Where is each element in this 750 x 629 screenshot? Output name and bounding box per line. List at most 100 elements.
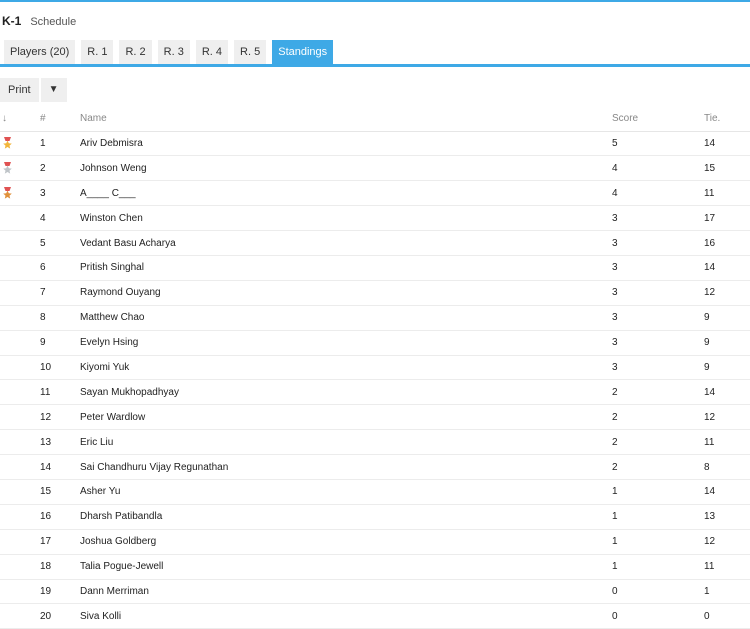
table-row[interactable]: 5 Vedant Basu Acharya 3 16 (0, 230, 750, 256)
tab-players[interactable]: Players (20) (4, 40, 76, 64)
player-name-cell: Matthew Chao (80, 305, 612, 331)
score-cell: 3 (612, 330, 704, 356)
tiebreak-cell: 16 (704, 230, 750, 256)
medal-cell (0, 205, 40, 232)
medal-cell (0, 155, 40, 182)
rank-cell: 16 (40, 504, 80, 530)
rank-cell: 18 (40, 554, 80, 580)
score-cell: 2 (612, 454, 704, 480)
score-cell: 2 (612, 404, 704, 431)
medal-cell (0, 429, 40, 456)
score-cell: 3 (612, 255, 704, 281)
rank-cell: 1 (40, 131, 80, 157)
table-row[interactable]: 8 Matthew Chao 3 9 (0, 305, 750, 331)
tiebreak-cell: 11 (704, 180, 750, 207)
table-row[interactable]: 17 Joshua Goldberg 1 12 (0, 529, 750, 555)
player-name-cell: Pritish Singhal (80, 255, 612, 281)
medal-cell (0, 255, 40, 281)
table-row[interactable]: 4 Winston Chen 3 17 (0, 205, 750, 232)
tiebreak-cell: 12 (704, 404, 750, 431)
tiebreak-cell: 9 (704, 330, 750, 356)
schedule-link[interactable]: Schedule (30, 16, 76, 28)
score-cell: 0 (612, 579, 704, 605)
table-row[interactable]: 20 Siva Kolli 0 0 (0, 603, 750, 629)
column-header-name[interactable]: Name (80, 107, 612, 132)
player-name-cell: Dann Merriman (80, 579, 612, 605)
gold-medal-icon (3, 137, 12, 150)
table-row[interactable]: 6 Pritish Singhal 3 14 (0, 255, 750, 281)
table-row[interactable]: 7 Raymond Ouyang 3 12 (0, 280, 750, 306)
table-row[interactable]: 16 Dharsh Patibandla 1 13 (0, 504, 750, 530)
table-row[interactable]: 14 Sai Chandhuru Vijay Regunathan 2 8 (0, 454, 750, 480)
table-row[interactable]: 12 Peter Wardlow 2 12 (0, 404, 750, 431)
score-cell: 4 (612, 155, 704, 182)
score-cell: 1 (612, 554, 704, 580)
medal-cell (0, 504, 40, 530)
rank-cell: 14 (40, 454, 80, 480)
tiebreak-cell: 1 (704, 579, 750, 605)
score-cell: 3 (612, 230, 704, 256)
player-name-cell: Joshua Goldberg (80, 529, 612, 555)
medal-cell (0, 305, 40, 331)
player-name-cell: Peter Wardlow (80, 404, 612, 431)
rank-cell: 11 (40, 379, 80, 406)
rank-cell: 6 (40, 255, 80, 281)
rank-cell: 5 (40, 230, 80, 256)
score-cell: 3 (612, 280, 704, 306)
tab-round-4[interactable]: R. 4 (195, 40, 229, 64)
tab-round-1[interactable]: R. 1 (81, 40, 114, 64)
table-row[interactable]: 10 Kiyomi Yuk 3 9 (0, 355, 750, 381)
table-row[interactable]: 11 Sayan Mukhopadhyay 2 14 (0, 379, 750, 406)
column-header-score[interactable]: Score (612, 107, 704, 132)
score-cell: 4 (612, 180, 704, 207)
medal-cell (0, 603, 40, 629)
tiebreak-cell: 14 (704, 379, 750, 406)
tab-bar: Players (20) R. 1 R. 2 R. 3 R. 4 R. 5 St… (4, 40, 334, 64)
tab-standings[interactable]: Standings (272, 40, 334, 64)
tab-round-5[interactable]: R. 5 (234, 40, 267, 64)
bronze-medal-icon (3, 187, 12, 199)
standings-body: 1 Ariv Debmisra 5 14 2 Johnson Weng 4 15 3 A____ … (0, 131, 750, 629)
column-header-rank[interactable]: # (40, 107, 80, 132)
table-row[interactable]: 15 Asher Yu 1 14 (0, 479, 750, 505)
tiebreak-cell: 14 (704, 479, 750, 505)
medal-cell (0, 355, 40, 381)
toolbar: Print ▼ (0, 78, 67, 102)
player-name-cell: Johnson Weng (80, 155, 612, 182)
table-row[interactable]: 18 Talia Pogue-Jewell 1 11 (0, 554, 750, 580)
medal-cell (0, 554, 40, 580)
table-row[interactable]: 1 Ariv Debmisra 5 14 (0, 131, 750, 157)
table-row[interactable]: 13 Eric Liu 2 11 (0, 429, 750, 456)
score-cell: 2 (612, 379, 704, 406)
print-button[interactable]: Print (0, 78, 39, 102)
rank-cell: 7 (40, 280, 80, 306)
tab-round-2[interactable]: R. 2 (119, 40, 152, 64)
column-header-tiebreak[interactable]: Tie. (704, 107, 750, 132)
rank-cell: 19 (40, 579, 80, 605)
rank-cell: 4 (40, 205, 80, 232)
rank-cell: 15 (40, 479, 80, 505)
sort-arrow-icon[interactable]: ↓ (0, 107, 40, 132)
tiebreak-cell: 12 (704, 529, 750, 555)
player-name-cell: Sayan Mukhopadhyay (80, 379, 612, 406)
table-row[interactable]: 19 Dann Merriman 0 1 (0, 579, 750, 605)
page-header: K-1 Schedule (2, 14, 76, 28)
tiebreak-cell: 11 (704, 429, 750, 456)
tiebreak-cell: 9 (704, 355, 750, 381)
rank-cell: 9 (40, 330, 80, 356)
table-row[interactable]: 9 Evelyn Hsing 3 9 (0, 330, 750, 356)
tab-round-3[interactable]: R. 3 (157, 40, 190, 64)
table-row[interactable]: 3 A____ C___ 4 11 (0, 180, 750, 207)
print-options-dropdown[interactable]: ▼ (40, 78, 67, 102)
medal-cell (0, 529, 40, 555)
score-cell: 1 (612, 479, 704, 505)
rank-cell: 2 (40, 155, 80, 182)
medal-cell (0, 579, 40, 605)
player-name-cell: Vedant Basu Acharya (80, 230, 612, 256)
score-cell: 3 (612, 305, 704, 331)
tiebreak-cell: 14 (704, 255, 750, 281)
player-name-cell: Ariv Debmisra (80, 131, 612, 157)
table-row[interactable]: 2 Johnson Weng 4 15 (0, 155, 750, 182)
score-cell: 1 (612, 529, 704, 555)
medal-cell (0, 404, 40, 431)
